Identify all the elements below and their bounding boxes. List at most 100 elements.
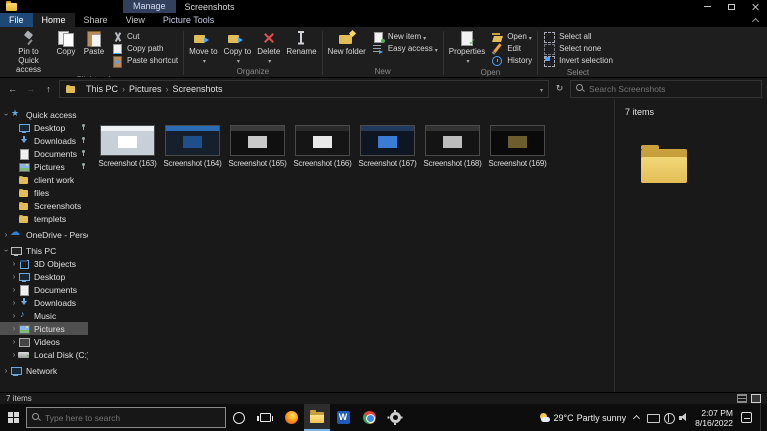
ribbon-collapse-icon[interactable] <box>752 17 759 24</box>
sidebar-item-desktop[interactable]: Desktop <box>0 121 88 134</box>
globe-network-icon[interactable] <box>663 412 676 424</box>
sidebar-item-desktop[interactable]: Desktop <box>0 270 88 283</box>
chevron-icon[interactable] <box>10 311 18 320</box>
ribbon-button-cut[interactable]: Cut <box>108 31 181 43</box>
ribbon-button-easy-access[interactable]: Easy access <box>369 43 441 55</box>
ribbon-button-rename[interactable]: Rename <box>283 29 319 56</box>
tab-home[interactable]: Home <box>32 13 75 27</box>
chevron-icon[interactable] <box>10 337 18 346</box>
tab-view[interactable]: View <box>117 13 154 27</box>
sidebar-section-network[interactable]: Network <box>0 364 88 377</box>
ribbon-button-select-all[interactable]: Select all <box>540 31 616 43</box>
taskbar-app-firefox[interactable] <box>278 404 304 431</box>
sidebar-section-onedrive-personal[interactable]: OneDrive - Personal <box>0 227 88 241</box>
sidebar-item-downloads[interactable]: Downloads <box>0 296 88 309</box>
ribbon-button-delete[interactable]: Delete <box>254 29 283 65</box>
file-item[interactable]: Screenshot (168) <box>421 125 484 168</box>
sidebar-item-files[interactable]: files <box>0 186 88 199</box>
taskbar-app-chrome[interactable] <box>356 404 382 431</box>
taskbar-weather[interactable]: 29°C Partly sunny <box>539 412 626 423</box>
chevron-icon[interactable] <box>10 298 18 307</box>
ribbon-button-paste[interactable]: Paste <box>80 29 108 56</box>
ribbon-button-new-folder[interactable]: New folder <box>325 29 369 56</box>
sidebar-section-this-pc[interactable]: This PC <box>0 244 88 257</box>
ribbon-button-pin-to-quick-access[interactable]: Pin to Quick access <box>5 29 52 74</box>
touch-keyboard-icon[interactable] <box>647 412 661 423</box>
show-desktop-button[interactable] <box>760 404 764 431</box>
taskbar-search-input[interactable] <box>45 412 220 423</box>
folder-search-box[interactable] <box>570 79 762 98</box>
sidebar-item-client-work[interactable]: client work <box>0 173 88 186</box>
breadcrumb-segment-screenshots[interactable]: Screenshots <box>170 84 226 94</box>
minimize-button[interactable] <box>695 0 719 13</box>
sidebar-item-downloads[interactable]: Downloads <box>0 134 88 147</box>
volume-icon[interactable] <box>679 412 690 423</box>
forward-button[interactable] <box>23 84 38 94</box>
sidebar-item-documents[interactable]: Documents <box>0 147 88 160</box>
back-button[interactable] <box>5 84 20 94</box>
chevron-icon[interactable] <box>2 246 10 255</box>
chevron-icon[interactable] <box>2 110 10 119</box>
maximize-button[interactable] <box>719 0 743 13</box>
file-list-area[interactable]: Screenshot (163) Screenshot (164) Screensh… <box>88 99 614 392</box>
ribbon-button-copy-path[interactable]: Copy path <box>108 43 181 55</box>
ribbon-button-history[interactable]: History <box>488 55 535 67</box>
sidebar-item-music[interactable]: Music <box>0 309 88 322</box>
address-dropdown-icon[interactable] <box>540 84 543 94</box>
chevron-icon[interactable] <box>2 366 10 375</box>
chevron-up-icon[interactable] <box>631 412 642 423</box>
thumbnail-view-icon[interactable] <box>751 394 761 403</box>
close-button[interactable] <box>743 0 767 13</box>
chevron-icon[interactable] <box>10 272 18 281</box>
sidebar-item-templets[interactable]: templets <box>0 212 88 225</box>
sidebar-item-pictures[interactable]: Pictures <box>0 160 88 173</box>
action-center-icon[interactable] <box>741 412 752 423</box>
sidebar-section-quick-access[interactable]: Quick access <box>0 108 88 121</box>
ribbon-button-properties[interactable]: Properties <box>446 29 488 65</box>
breadcrumb[interactable]: This PC Pictures Screenshots <box>59 79 549 98</box>
sidebar-item-documents[interactable]: Documents <box>0 283 88 296</box>
file-item[interactable]: Screenshot (165) <box>226 125 289 168</box>
ribbon-button-select-none[interactable]: Select none <box>540 43 616 55</box>
sidebar-item-local-disk-c[interactable]: Local Disk (C:) <box>0 348 88 361</box>
taskbar-app-cortana[interactable] <box>226 404 252 431</box>
sidebar-item-3d-objects[interactable]: 3D Objects <box>0 257 88 270</box>
taskbar-search-box[interactable] <box>26 407 226 428</box>
file-item[interactable]: Screenshot (166) <box>291 125 354 168</box>
taskbar-app-file-explorer[interactable] <box>304 404 330 431</box>
up-button[interactable] <box>41 84 56 94</box>
ribbon-button-invert-selection[interactable]: Invert selection <box>540 55 616 67</box>
sidebar-item-pictures[interactable]: Pictures <box>0 322 88 335</box>
ribbon-button-copy-to[interactable]: Copy to <box>221 29 255 65</box>
chevron-icon[interactable] <box>10 350 18 359</box>
chevron-icon[interactable] <box>10 259 18 268</box>
chevron-icon[interactable] <box>2 230 10 239</box>
sidebar-item-screenshots[interactable]: Screenshots <box>0 199 88 212</box>
ribbon-button-new-item[interactable]: New item <box>369 31 441 43</box>
file-item[interactable]: Screenshot (169) <box>486 125 549 168</box>
taskbar-app-word[interactable] <box>330 404 356 431</box>
file-item[interactable]: Screenshot (163) <box>96 125 159 168</box>
taskbar-app-task-view[interactable] <box>252 404 278 431</box>
folder-search-input[interactable] <box>589 83 756 94</box>
ribbon-button-open[interactable]: Open <box>488 31 535 43</box>
chevron-icon[interactable] <box>10 324 18 333</box>
start-button[interactable] <box>0 404 26 431</box>
tab-file[interactable]: File <box>0 13 33 27</box>
sidebar-item-videos[interactable]: Videos <box>0 335 88 348</box>
file-item[interactable]: Screenshot (164) <box>161 125 224 168</box>
breadcrumb-segment-this-pc[interactable]: This PC <box>83 84 121 94</box>
chevron-icon[interactable] <box>10 285 18 294</box>
taskbar-app-settings[interactable] <box>382 404 408 431</box>
taskbar-clock[interactable]: 2:07 PM 8/16/2022 <box>695 408 733 428</box>
details-view-icon[interactable] <box>737 394 747 403</box>
tab-share[interactable]: Share <box>75 13 117 27</box>
ribbon-button-edit[interactable]: Edit <box>488 43 535 55</box>
breadcrumb-segment-pictures[interactable]: Pictures <box>126 84 165 94</box>
tab-picture-tools[interactable]: Picture Tools <box>154 13 223 27</box>
file-item[interactable]: Screenshot (167) <box>356 125 419 168</box>
refresh-button[interactable] <box>552 83 567 94</box>
ribbon-button-copy[interactable]: Copy <box>52 29 80 56</box>
contextual-tab-manage[interactable]: Manage <box>123 0 176 13</box>
ribbon-button-move-to[interactable]: Move to <box>186 29 220 65</box>
